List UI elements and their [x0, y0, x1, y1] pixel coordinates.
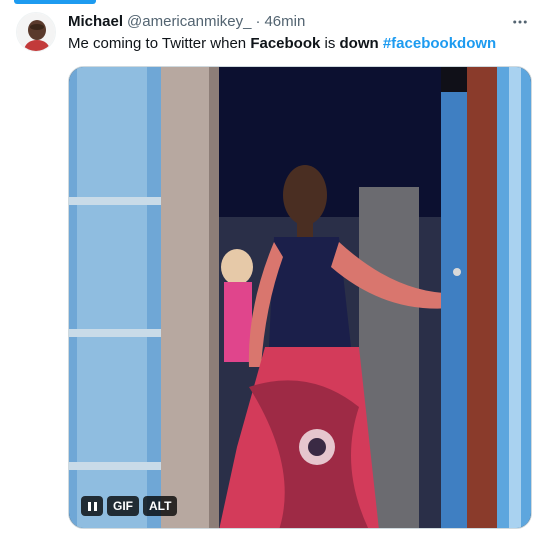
tweet-text-part: Me coming to Twitter when	[68, 35, 251, 52]
top-accent-bar	[14, 0, 96, 4]
tweet-text-bold-facebook: Facebook	[250, 35, 321, 52]
pause-icon[interactable]	[81, 496, 103, 516]
author-handle[interactable]: @americanmikey_	[127, 12, 251, 32]
gif-media[interactable]: GIF ALT	[68, 66, 532, 529]
tweet-header: Michael @americanmikey_ · 46min	[68, 12, 508, 32]
gif-frame-image	[69, 67, 531, 528]
author-name[interactable]: Michael	[68, 12, 123, 32]
timestamp[interactable]: 46min	[264, 12, 305, 32]
tweet-text-part: is	[320, 35, 340, 52]
tweet-card[interactable]: Michael @americanmikey_ · 46min Me comin…	[0, 0, 548, 541]
alt-text-button[interactable]: ALT	[143, 496, 178, 516]
hashtag-link[interactable]: #facebookdown	[383, 35, 496, 52]
avatar-image	[17, 13, 55, 51]
avatar[interactable]	[16, 12, 56, 52]
media-controls: GIF ALT	[81, 496, 178, 516]
tweet-text-bold-down: down	[339, 35, 379, 52]
gif-badge: GIF	[107, 496, 139, 516]
more-options-icon[interactable]	[508, 12, 532, 32]
tweet-text: Me coming to Twitter when Facebook is do…	[68, 34, 532, 54]
separator-dot: ·	[255, 13, 261, 30]
